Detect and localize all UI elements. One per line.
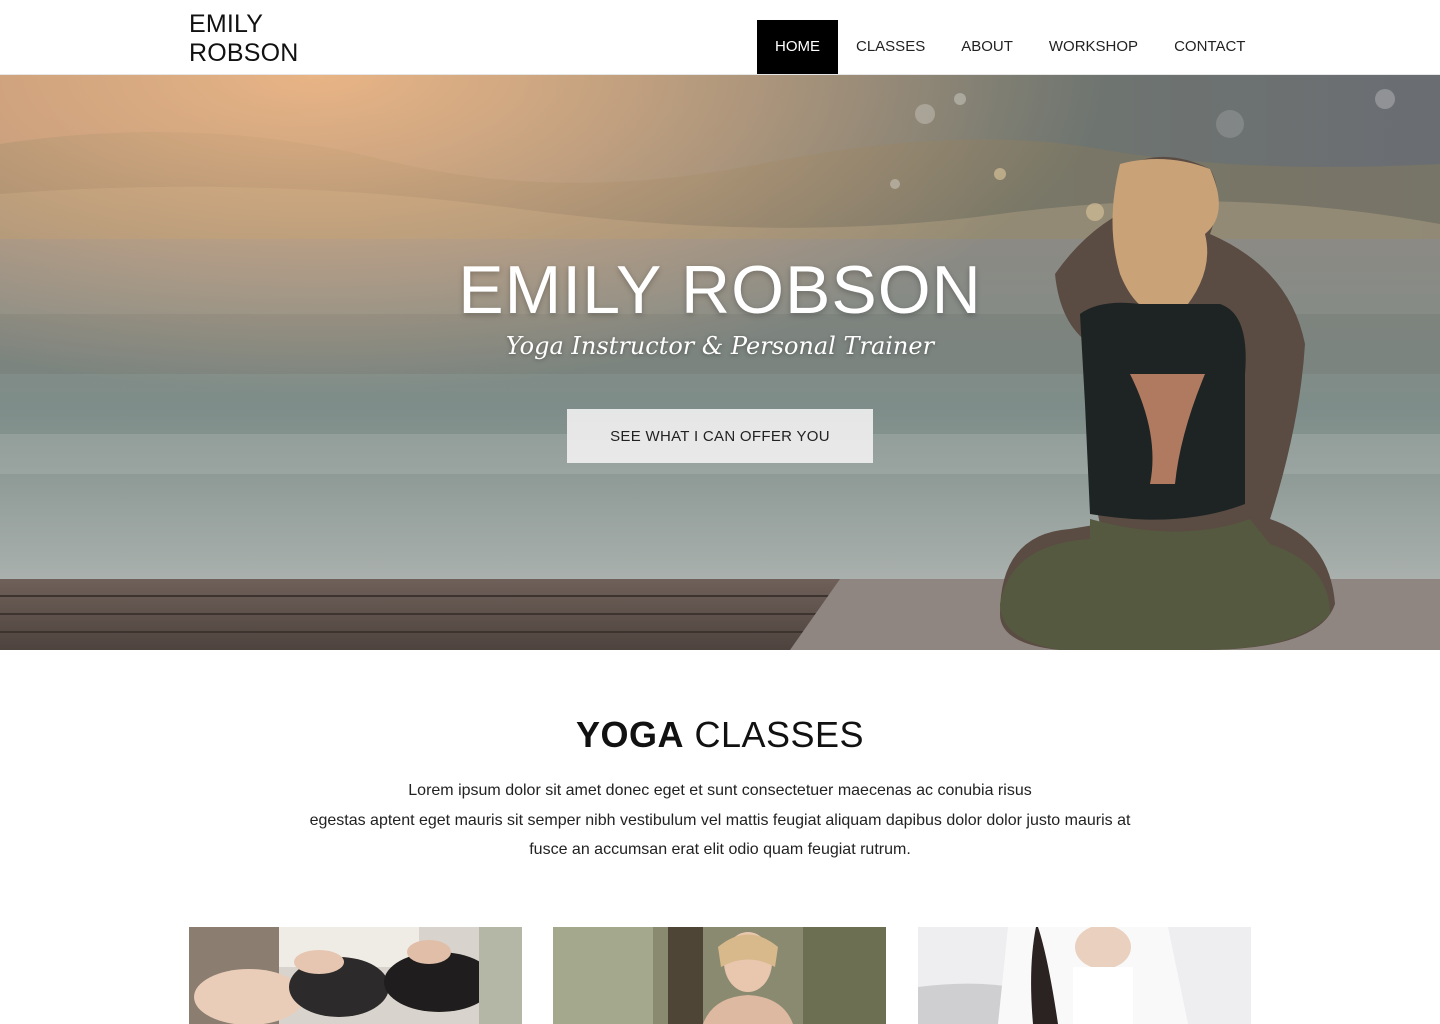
nav-item-contact[interactable]: CONTACT: [1156, 20, 1263, 74]
classes-description: Lorem ipsum dolor sit amet donec eget et…: [280, 776, 1160, 865]
classes-description-line-2: egestas aptent eget mauris sit semper ni…: [309, 811, 1131, 829]
classes-heading-bold: YOGA: [575, 714, 684, 755]
site-logo[interactable]: EMILY ROBSON: [189, 10, 299, 68]
site-header: EMILY ROBSON HOME CLASSES ABOUT WORKSHOP…: [0, 0, 1440, 75]
nav-item-home[interactable]: HOME: [757, 20, 838, 74]
class-card-image-1[interactable]: [189, 927, 522, 1024]
hero-title: EMILY ROBSON: [458, 252, 982, 328]
nav-item-workshop[interactable]: WORKSHOP: [1031, 20, 1156, 74]
main-nav: HOME CLASSES ABOUT WORKSHOP CONTACT: [757, 20, 1263, 74]
class-card-image-2[interactable]: [553, 927, 886, 1024]
class-card-image-3[interactable]: [918, 927, 1251, 1024]
offer-cta-button[interactable]: SEE WHAT I CAN OFFER YOU: [567, 409, 873, 463]
classes-heading: YOGA CLASSES: [0, 714, 1440, 756]
nav-item-about[interactable]: ABOUT: [943, 20, 1031, 74]
classes-description-line-3: fusce an accumsan erat elit odio quam fe…: [529, 841, 911, 858]
logo-line-2: ROBSON: [189, 39, 299, 67]
hero-background-image: [0, 74, 1440, 650]
hero-subtitle: Yoga Instructor & Personal Trainer: [505, 332, 935, 360]
hero-section: EMILY ROBSON Yoga Instructor & Personal …: [0, 74, 1440, 650]
nav-item-classes[interactable]: CLASSES: [838, 20, 943, 74]
classes-heading-rest: CLASSES: [683, 714, 865, 755]
classes-description-line-1: Lorem ipsum dolor sit amet donec eget et…: [408, 782, 1032, 799]
logo-line-1: EMILY: [189, 10, 264, 38]
